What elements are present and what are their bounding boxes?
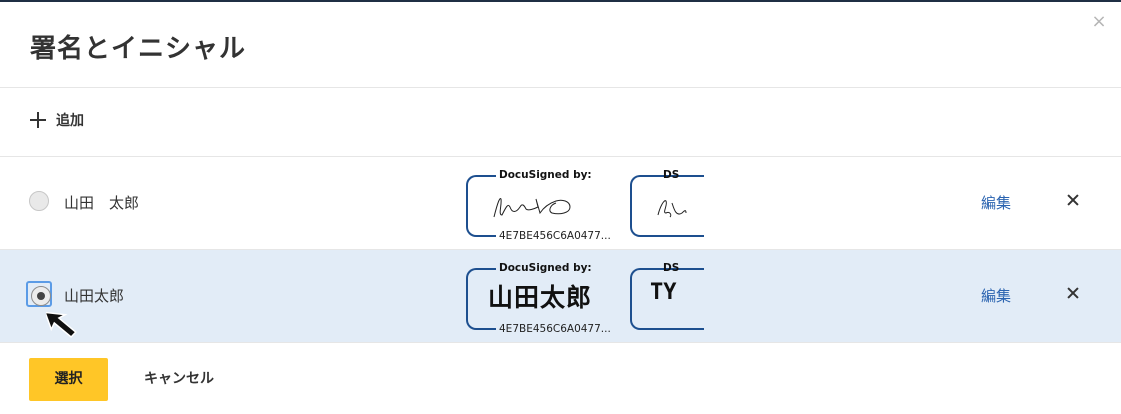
handwritten-signature <box>493 198 571 218</box>
signature-text: 山田太郎 <box>488 283 593 312</box>
close-icon[interactable]: × <box>1089 12 1109 32</box>
initials-preview: DS <box>630 169 710 237</box>
select-button[interactable]: 選択 <box>29 358 108 401</box>
mouse-cursor-icon <box>46 311 77 339</box>
signature-row-selected[interactable]: 山田太郎 DocuSigned by: 山田太郎 4E7BE456C6A0477… <box>0 250 1121 343</box>
initials-preview: DS TY <box>630 262 710 330</box>
signature-id: 4E7BE456C6A0477... <box>499 323 611 335</box>
dialog-header: 署名とイニシャル × <box>0 2 1121 88</box>
dialog-title: 署名とイニシャル <box>30 34 247 64</box>
delete-icon[interactable] <box>1064 191 1082 209</box>
radio-icon[interactable] <box>29 191 49 211</box>
signature-preview: DocuSigned by: 4E7BE456C6A0477... <box>466 169 618 242</box>
delete-icon[interactable] <box>1064 284 1082 302</box>
handwritten-initials <box>657 200 687 218</box>
edit-link[interactable]: 編集 <box>981 192 1011 213</box>
edit-link[interactable]: 編集 <box>981 285 1011 306</box>
cancel-button[interactable]: キャンセル <box>144 358 214 401</box>
signer-name: 山田太郎 <box>64 287 125 305</box>
add-row: 追加 <box>0 88 1121 157</box>
signature-row[interactable]: 山田 太郎 DocuSigned by: 4E7BE456C6A0477... … <box>0 157 1121 250</box>
add-label: 追加 <box>56 113 84 129</box>
add-button[interactable]: 追加 <box>30 110 84 130</box>
signature-header: DocuSigned by: <box>499 262 592 274</box>
signature-id: 4E7BE456C6A0477... <box>499 230 611 242</box>
initials-text: TY <box>650 280 677 305</box>
radio-icon[interactable] <box>31 286 51 306</box>
initials-header: DS <box>663 262 680 274</box>
dialog-footer: 選択 キャンセル <box>0 343 1121 414</box>
signer-name: 山田 太郎 <box>64 194 140 212</box>
signature-preview: DocuSigned by: 山田太郎 4E7BE456C6A0477... <box>466 262 618 335</box>
signature-header: DocuSigned by: <box>499 169 592 181</box>
plus-icon <box>30 112 46 128</box>
initials-header: DS <box>663 169 680 181</box>
